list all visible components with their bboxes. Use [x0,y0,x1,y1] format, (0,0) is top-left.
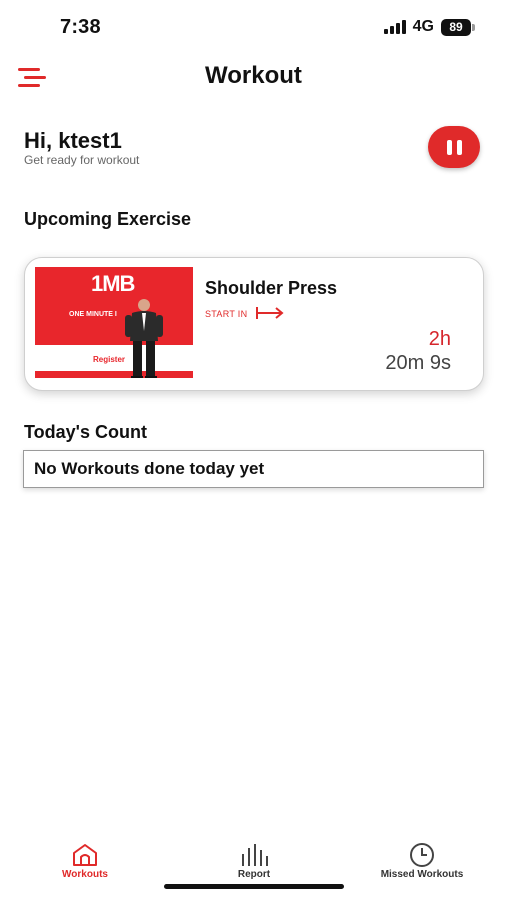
todays-count-heading: Today's Count [24,422,147,442]
page-title: Workout [205,62,302,89]
trainer-figure-icon [125,299,163,378]
status-bar: 7:38 4G 89 [0,0,507,56]
pause-button[interactable] [428,126,480,168]
status-indicators: 4G 89 [383,18,475,36]
battery-icon: 89 [441,18,475,36]
network-type: 4G [412,18,434,35]
countdown-minutes-seconds: 20m 9s [385,352,451,374]
upcoming-exercise-card[interactable]: 1MB ONE MINUTE I Register Shoulder Press… [24,257,484,391]
thumbnail-tagline: ONE MINUTE I [69,311,117,318]
thumbnail-logo: 1MB [91,271,135,296]
arrow-right-icon [256,307,284,319]
home-icon [73,844,97,866]
tab-missed-workouts[interactable]: Missed Workouts [357,836,487,882]
tab-missed-workouts-label: Missed Workouts [380,869,464,880]
app-header: Workout [0,56,507,100]
clock-icon [410,843,434,867]
pause-icon [446,139,452,155]
start-in-label: START IN [205,309,248,319]
bar-chart-icon [242,844,268,866]
greeting-title: Hi, ktest1 [24,128,122,153]
battery-level: 89 [449,20,463,34]
no-workouts-message: No Workouts done today yet [34,459,265,478]
home-indicator[interactable] [164,884,344,889]
countdown-hours: 2h [428,328,451,350]
tab-workouts[interactable]: Workouts [20,836,150,882]
tab-report[interactable]: Report [189,836,319,882]
greeting-subtitle: Get ready for workout [24,153,140,167]
exercise-name: Shoulder Press [205,278,338,298]
tab-workouts-label: Workouts [62,869,108,880]
exercise-thumbnail: 1MB ONE MINUTE I Register [35,267,193,378]
bottom-tab-bar: Workouts Report Missed Workouts [0,836,507,886]
tab-report-label: Report [237,869,271,880]
upcoming-exercise-heading: Upcoming Exercise [24,209,192,229]
signal-icon [383,20,406,34]
todays-count-box: No Workouts done today yet [23,450,484,488]
status-time: 7:38 [60,16,101,38]
